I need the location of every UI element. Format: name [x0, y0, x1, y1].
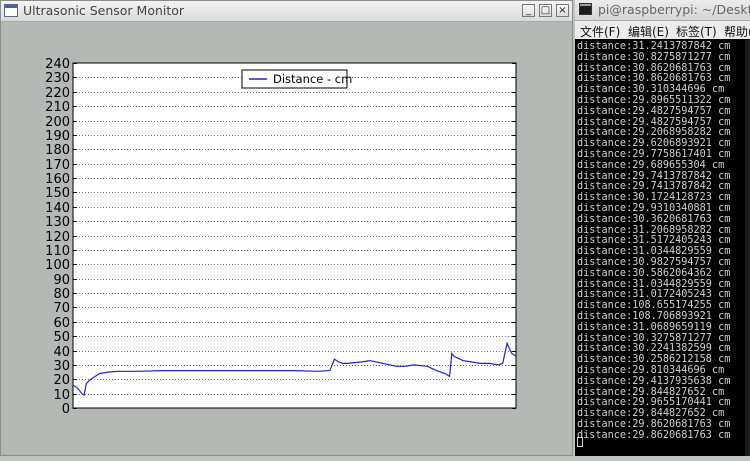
terminal-line: distance:108.706893921 cm	[577, 311, 731, 322]
terminal-line: distance:31.0172405243 cm	[577, 289, 731, 301]
y-tick-label: 190	[45, 129, 70, 144]
y-tick-label: 10	[53, 388, 70, 403]
terminal-line: distance:30.1724128723 cm	[577, 192, 731, 204]
terminal-line: distance:29.810344696 cm	[577, 365, 725, 376]
y-tick-label: 70	[53, 301, 70, 316]
y-tick-label: 230	[45, 71, 70, 86]
terminal-line: distance:31.2068958282 cm	[577, 224, 731, 236]
menu-tabs[interactable]: 标签(T)	[676, 23, 717, 40]
terminal-line: distance:29.9310340881 cm	[577, 203, 731, 214]
terminal-line: distance:29.6206893921 cm	[577, 138, 731, 150]
y-tick-label: 100	[45, 258, 70, 273]
y-tick-label: 30	[53, 359, 70, 374]
terminal-line: distance:29.4827594757 cm	[577, 105, 731, 117]
terminal-line: distance:29.689655304 cm	[577, 159, 725, 171]
plot-window: Ultrasonic Sensor Monitor _ □ × 0 10 20 30 4…	[0, 0, 573, 456]
plot-area: 0 10 20 30 40 50 60 70 80 90 100 110 120 130 140 150 160…	[1, 1, 574, 461]
terminal-line: distance:30.8275871277 cm	[577, 51, 731, 63]
menu-file[interactable]: 文件(F)	[580, 23, 620, 40]
terminal-line: distance:29.7413787842 cm	[577, 170, 731, 182]
terminal-icon	[579, 3, 592, 15]
terminal-line: distance:29.9655170441 cm	[577, 397, 731, 409]
terminal-line: distance:29.2068958282 cm	[577, 127, 731, 139]
terminal-line: distance:30.5862064362 cm	[577, 267, 731, 279]
terminal-line: distance:29.8620681763 cm	[577, 419, 731, 430]
y-tick-label: 170	[45, 158, 70, 173]
y-tick-label: 220	[45, 86, 70, 101]
menu-edit[interactable]: 编辑(E)	[628, 23, 669, 40]
plot-background	[72, 62, 517, 409]
terminal-line: distance:30.8620681763 cm	[577, 73, 731, 85]
terminal-line: distance:108.655174255 cm	[577, 300, 731, 312]
terminal-line: distance:29.8965511322 cm	[577, 95, 731, 106]
terminal-line: distance:29.8620681763 cm	[577, 429, 731, 441]
terminal-line: distance:31.0344829559 cm	[577, 246, 731, 258]
terminal-line: distance:30.2241382599 cm	[577, 343, 731, 355]
y-tick-label: 90	[53, 273, 70, 288]
terminal-line: distance:29.4137935638 cm	[577, 375, 731, 387]
distance-chart: 0102030405060708090100110120130140150160…	[45, 57, 517, 417]
y-tick-label: 50	[53, 330, 70, 345]
terminal-line: distance:30.310344696 cm	[577, 84, 725, 96]
y-tick-label: 160	[45, 172, 70, 187]
terminal-title: pi@raspberrypi: ~/Desktop	[598, 2, 750, 17]
terminal-line: distance:30.8620681763 cm	[577, 62, 731, 74]
legend-label: Distance - cm	[273, 72, 352, 86]
y-tick-label: 240	[45, 57, 70, 72]
terminal-scrollbar[interactable]	[745, 40, 750, 456]
y-tick-label: 200	[45, 115, 70, 130]
terminal-line: distance:31.5172405243 cm	[577, 235, 731, 247]
terminal-line: distance:29.4827594757 cm	[577, 116, 731, 128]
y-tick-label: 40	[53, 345, 70, 360]
y-tick-label: 20	[53, 373, 70, 388]
y-tick-label: 0	[62, 402, 70, 417]
terminal-line: distance:30.3275871277 cm	[577, 332, 731, 344]
y-tick-label: 140	[45, 201, 70, 216]
terminal-line: distance:31.0344829559 cm	[577, 278, 731, 290]
terminal-output[interactable]: distance:31.2413787842 cm distance:30.827…	[575, 40, 750, 456]
y-tick-label: 110	[45, 244, 70, 259]
terminal-line: distance:30.2586212158 cm	[577, 354, 731, 366]
terminal-line: distance:29.844827652 cm	[577, 386, 725, 398]
y-tick-label: 150	[45, 186, 70, 201]
terminal-line: distance:29.7758617401 cm	[577, 149, 731, 160]
terminal-menubar: 文件(F) 编辑(E) 标签(T) 帮助(H)	[575, 21, 750, 39]
terminal-line: distance:30.9827594757 cm	[577, 257, 731, 268]
terminal-line: distance:29.7413787842 cm	[577, 181, 731, 193]
y-tick-label: 130	[45, 215, 70, 230]
y-tick-label: 60	[53, 316, 70, 331]
terminal-titlebar[interactable]: pi@raspberrypi: ~/Desktop	[575, 0, 750, 21]
y-tick-label: 180	[45, 143, 70, 158]
terminal-line: distance:29.844827652 cm	[577, 408, 725, 420]
terminal-line: distance:31.0689659119 cm	[577, 321, 731, 333]
y-tick-label: 80	[53, 287, 70, 302]
y-tick-label: 120	[45, 230, 70, 245]
terminal-window: pi@raspberrypi: ~/Desktop 文件(F) 编辑(E) 标签…	[575, 0, 750, 456]
y-tick-label: 210	[45, 100, 70, 115]
terminal-line: distance:30.3620681763 cm	[577, 213, 731, 225]
menu-help[interactable]: 帮助(H)	[724, 23, 750, 40]
terminal-line: distance:31.2413787842 cm	[577, 41, 731, 52]
